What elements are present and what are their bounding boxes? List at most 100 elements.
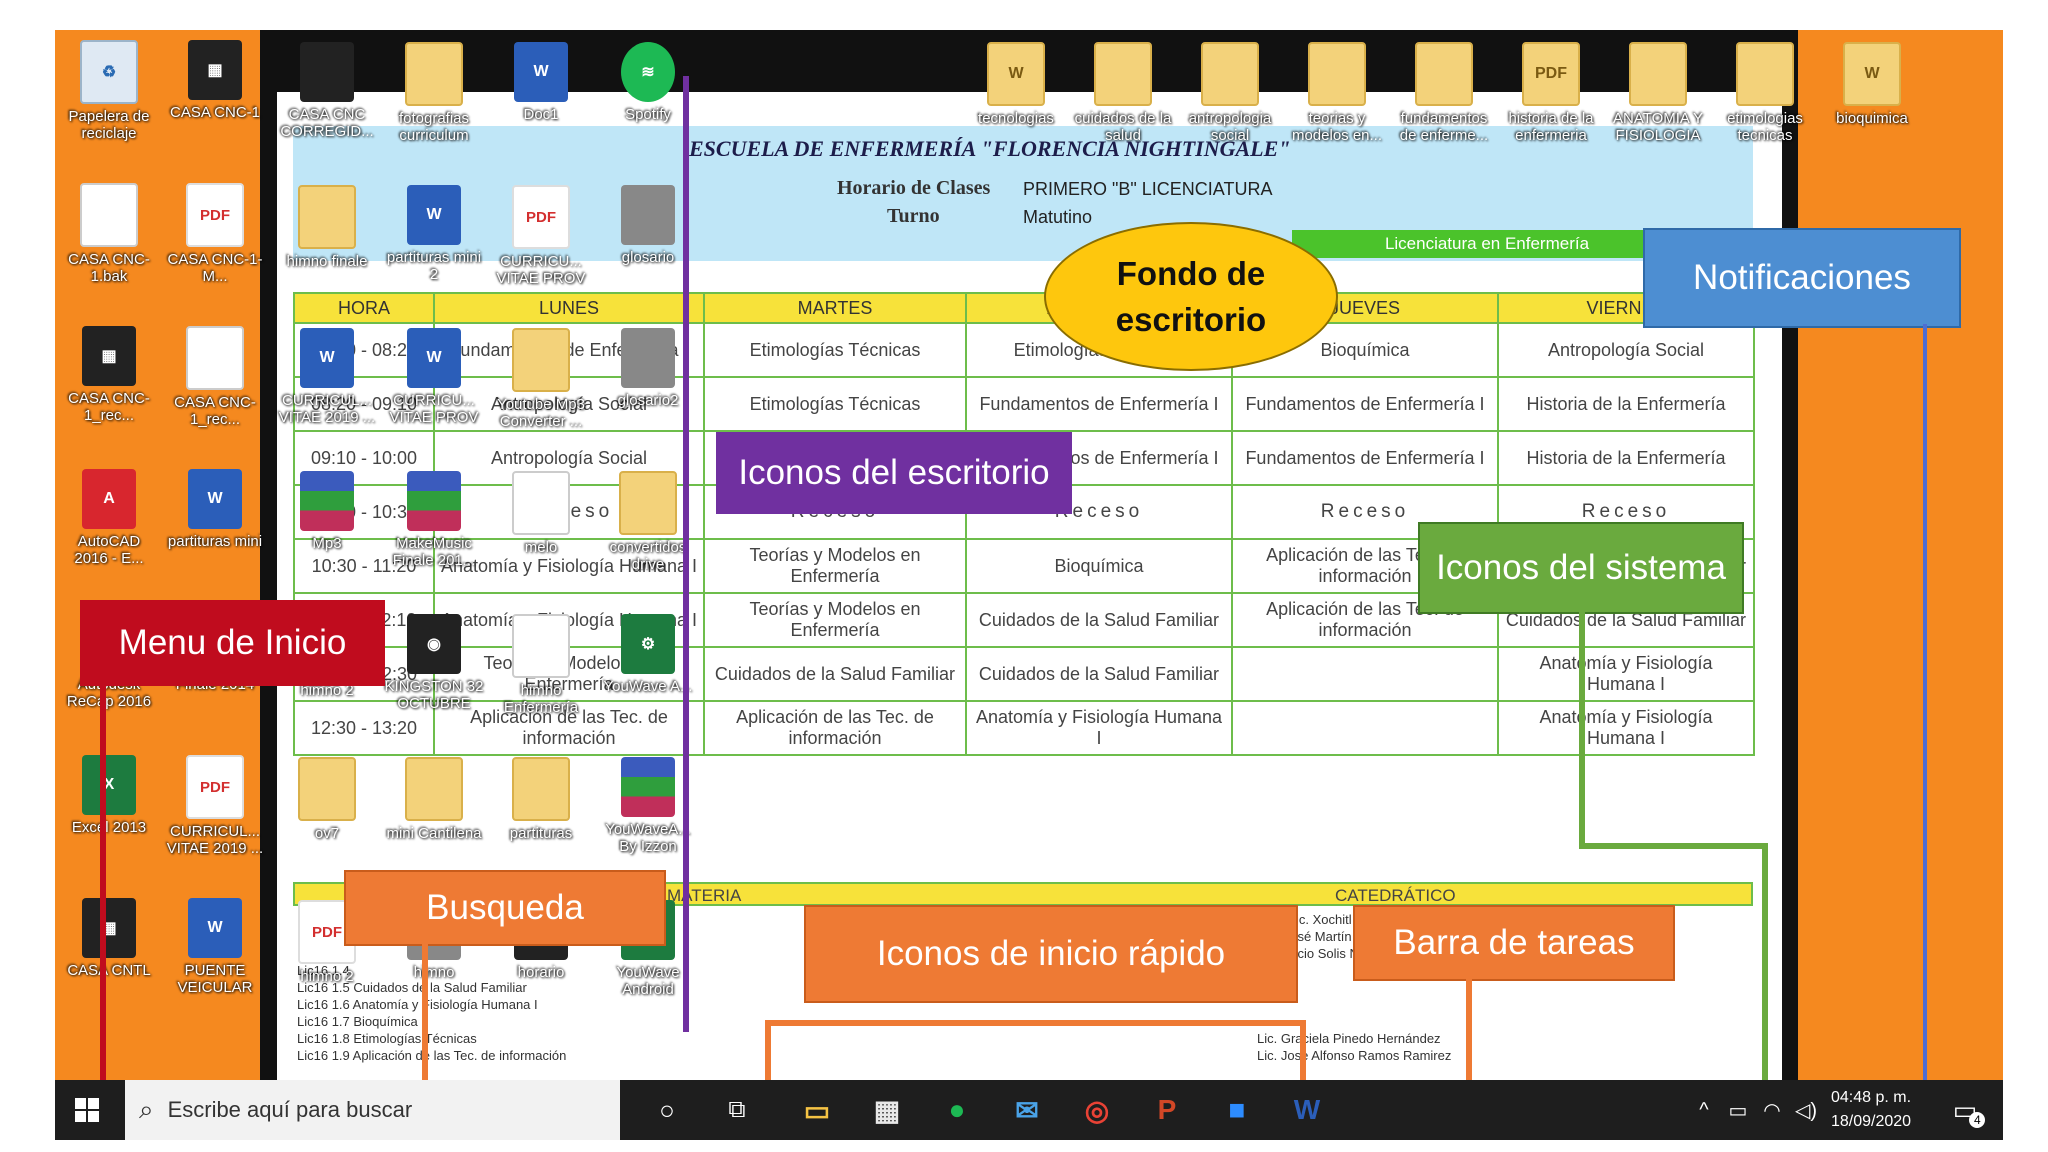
desktop-icon[interactable]: CASA CNC CORREGID... [277,42,377,140]
clock-date: 18/09/2020 [1830,1113,1912,1130]
taskbar-app-button[interactable]: ● [925,1080,989,1140]
search-box[interactable]: ⌕ Escribe aquí para buscar [125,1080,620,1140]
desktop-icon[interactable]: fundamentos de enferme... [1394,42,1494,144]
zoom-icon: ■ [1228,1094,1246,1125]
desktop-icon[interactable]: X Excel 2013 [59,755,159,836]
word-file-icon: W [300,328,354,388]
desktop-icon-label: CASA CNC-1.bak [68,251,150,285]
image-file-icon: ▦ [188,40,242,100]
desktop-icon[interactable]: ov7 [277,757,377,842]
blank-file-icon [186,326,244,390]
volume-icon[interactable]: ◁) [1789,1080,1823,1140]
desktop-icon[interactable]: antropologia social [1180,42,1280,144]
desktop-icon[interactable]: teorias y modelos en... [1287,42,1387,144]
desktop-icon[interactable]: W CURRICU... VITAE PROV [384,328,484,426]
folder-icon [405,42,463,106]
word-file-icon: W [407,328,461,388]
callout-barra-tareas: Barra de tareas [1353,905,1675,981]
desktop-icon-label: partituras [509,825,573,842]
desktop-icon[interactable]: Wpartituras mini 2 [384,185,484,283]
desktop-icon-label: Excel 2013 [71,819,147,836]
show-hidden-icons-button[interactable]: ^ [1687,1080,1721,1140]
desktop-icon[interactable]: ♫ himno Enfermería [491,614,591,716]
taskbar-app-button[interactable]: ✉ [995,1080,1059,1140]
notification-count-badge: 4 [1969,1111,1986,1128]
desktop-icon-label: KINGSTON 32 OCTUBRE [384,678,484,712]
desktop-icon[interactable]: ▦ CASA CNTL [59,898,159,979]
wifi-icon[interactable]: ◠ [1755,1080,1789,1140]
pdf-file-icon: PDF [186,755,244,819]
desktop-icon[interactable]: W Doc1 [491,42,591,123]
desktop-icon[interactable]: Wpartituras mini [165,469,265,550]
taskbar-app-button[interactable]: ■ [1205,1080,1269,1140]
teacher-line: Lic. Graciela Pinedo Hernández [1257,1031,1441,1046]
desktop-icon[interactable]: himno finale [277,185,377,270]
connector-rapido-right [1300,1020,1306,1080]
desktop-icon[interactable]: ANATOMIA Y FISIOLOGIA [1608,42,1708,144]
desktop-icon[interactable]: fotografias curriculum [384,42,484,144]
desktop-icon[interactable]: ▦ CASA CNC-1 [165,40,265,121]
desktop-icon[interactable]: ◉ KINGSTON 32 OCTUBRE [384,614,484,712]
desktop-icon[interactable]: etimologias tecnicas [1715,42,1815,144]
desktop-icon[interactable]: CASA CNC-1.bak [59,183,159,285]
chrome-icon: ◎ [1084,1094,1110,1126]
spotify-icon: ● [948,1094,966,1125]
subject-line: Lic16 1.7 Bioquímica [297,1014,418,1029]
desktop-icon-label: teorias y modelos en... [1291,110,1383,144]
taskbar-app-button[interactable]: ◎ [1065,1080,1129,1140]
desktop-icon-label: CASA CNC-1_rec... [68,390,150,424]
cortana-button[interactable]: ○ [635,1080,699,1140]
folder-icon [1201,42,1259,106]
word-file-icon: W [407,185,461,245]
desktop-icon-label: himno [413,964,455,981]
callout-iconos-escritorio: Iconos del escritorio [716,432,1072,514]
connector-rapido-left [765,1020,771,1080]
start-button[interactable] [55,1080,119,1140]
desktop-icon[interactable]: CASA CNC-1_rec... [165,326,265,428]
taskbar-app-button[interactable]: W [1275,1080,1339,1140]
blank-file-icon [80,183,138,247]
callout-busqueda: Busqueda [344,870,666,946]
battery-icon[interactable]: ▭ [1721,1080,1755,1140]
desktop-icon[interactable]: PDF historia de la enfermeria [1501,42,1601,144]
desktop-icon[interactable]: MakeMusic Finale 201... [384,471,484,569]
desktop-icon[interactable]: Mp3 [277,471,377,552]
powerpoint-icon: P [1157,1094,1177,1125]
desktop-icon[interactable]: ♫ melo [491,471,591,556]
taskbar-app-button[interactable]: ▭ [785,1080,849,1140]
desktop-icon[interactable]: Wtecnologias [966,42,1066,127]
desktop-icon-label: CURRICU... VITAE PROV [389,392,479,426]
desktop-icon[interactable]: cuidados de la salud [1073,42,1173,144]
desktop-icon[interactable]: A AutoCAD 2016 - E... [59,469,159,567]
desktop-icon[interactable]: partituras [491,757,591,842]
desktop-icon[interactable]: W CURRICUL... VITAE 2019 ... [277,328,377,426]
desktop-icon-label: PUENTE VEICULAR [177,962,253,996]
desktop-icon[interactable]: PDF CURRICU... VITAE PROV [491,185,591,287]
folder-icon [298,185,356,249]
connector-sistema-v2 [1762,843,1768,1080]
desktop-icon[interactable]: Youtube Mp3 Converter ... [491,328,591,430]
callout-fondo-escritorio: Fondo de escritorio [1044,222,1338,371]
desktop-icon[interactable]: Wbioquimica [1822,42,1922,127]
day-header-cell: HORA [293,292,435,324]
desktop-icon[interactable]: W PUENTE VEICULAR [165,898,265,996]
task-view-button[interactable]: ⧉ [705,1080,769,1140]
search-placeholder: Escribe aquí para buscar [167,1097,413,1122]
desktop-icon[interactable]: ▦ CASA CNC-1_rec... [59,326,159,424]
desktop-icon[interactable]: mini Cantilena [384,757,484,842]
system-clock[interactable]: 04:48 p. m. 18/09/2020 [1821,1086,1921,1134]
desktop-icon[interactable]: PDF CURRICUL... VITAE 2019 ... [165,755,265,857]
program-banner: Licenciatura en Enfermería [1292,230,1682,258]
desktop-icon-label: CURRICUL... VITAE 2019 ... [278,392,376,426]
taskbar-app-button[interactable]: P [1135,1080,1199,1140]
desktop-icon[interactable]: ♻ Papelera de reciclaje [59,40,159,142]
notification-center-button[interactable]: ▭ 4 [1935,1080,1995,1140]
subject-line: Lic16 1.8 Etimologías Técnicas [297,1031,477,1046]
winrar-icon [407,471,461,531]
taskbar-app-button[interactable]: ▦ [855,1080,919,1140]
class-cell: Fundamentos de Enfermería I [965,376,1233,432]
recycle-bin-icon: ♻ [80,40,138,104]
desktop-icon[interactable]: PDF CASA CNC-1-M... [165,183,265,285]
desktop-icon-label: Doc1 [523,106,559,123]
desktop-icon-label: bioquimica [1836,110,1908,127]
